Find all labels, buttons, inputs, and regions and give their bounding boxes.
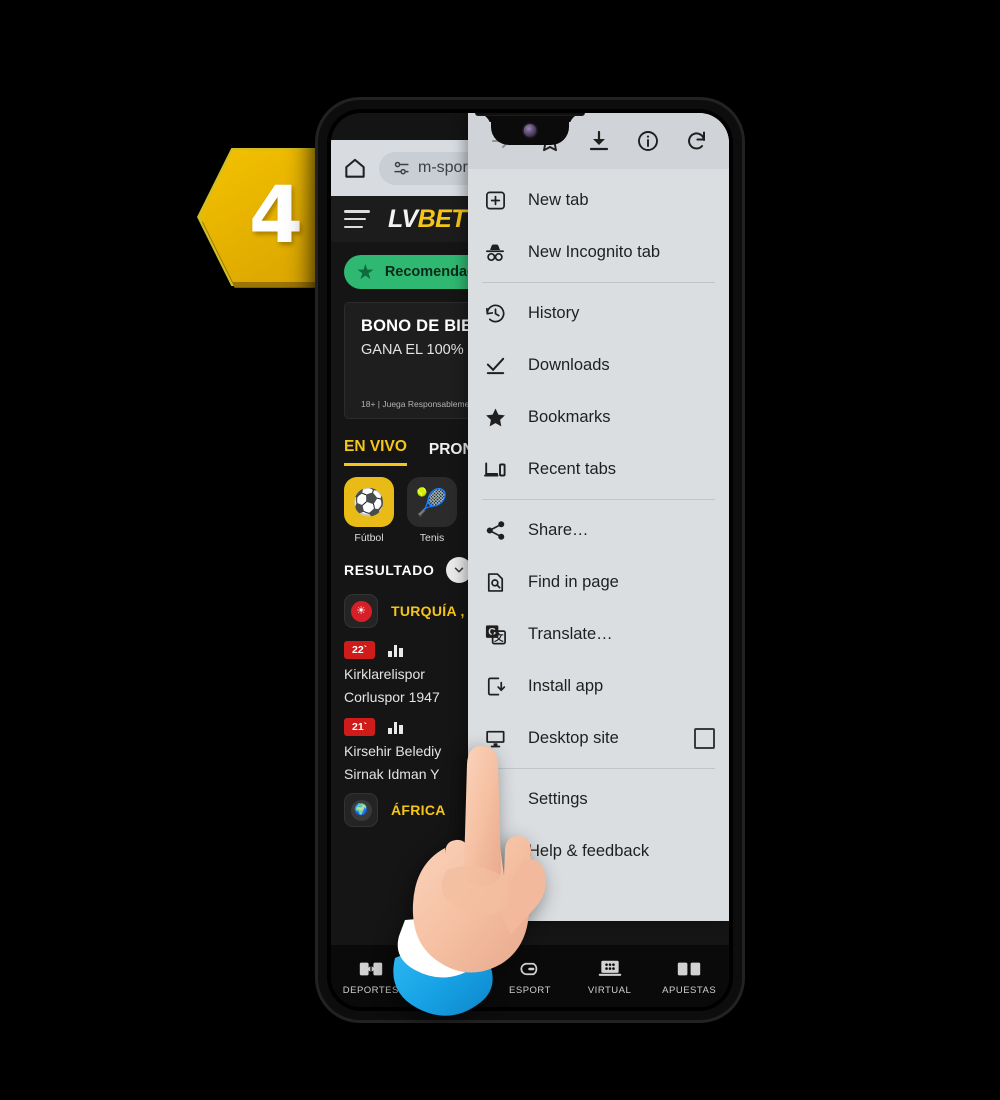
omnibox-url: m-spor [418,159,468,176]
sport-futbol[interactable]: ⚽ Fútbol [344,477,394,544]
menu-item-label: New Incognito tab [528,242,661,261]
bets-icon [649,957,729,981]
menu-item-label: Install app [528,676,604,695]
share-icon [482,517,508,543]
live-icon [411,962,491,986]
menu-item-share[interactable]: Share… [468,504,729,556]
history-icon [482,300,508,326]
turkey-flag-icon: ☀ [344,594,378,628]
bottom-nav-live[interactable] [411,962,491,990]
downloads-icon [482,352,508,378]
bar-chart-icon[interactable] [388,720,403,735]
incognito-icon [482,239,508,265]
help-feedback-icon [482,838,508,864]
menu-item-label: Help & feedback [528,841,650,860]
tennis-icon: 🎾 [407,477,457,527]
page-info-icon[interactable] [635,128,661,154]
bottom-nav-apuestas[interactable]: APUESTAS [649,957,729,996]
esport-icon [490,957,570,981]
menu-item-label: Share… [528,520,589,539]
translate-icon: G文 [482,621,508,647]
settings-icon [482,786,508,812]
menu-divider [482,282,715,283]
desktop-site-checkbox[interactable] [694,727,715,749]
download-icon[interactable] [586,128,612,154]
phone-frame: LVBET ★ Recomendado BONO DE BIE GANA EL … [318,100,742,1020]
menu-item-translate[interactable]: G文 Translate… [468,608,729,660]
home-icon[interactable] [342,155,368,181]
menu-divider [482,768,715,769]
soccer-ball-icon: ⚽ [344,477,394,527]
phone-bezel: LVBET ★ Recomendado BONO DE BIE GANA EL … [327,109,733,1011]
sport-tenis[interactable]: 🎾 Tenis [407,477,457,544]
bottom-nav-deportes-label: DEPORTES [342,984,399,996]
tab-en-vivo[interactable]: EN VIVO [344,438,407,466]
bottom-nav-virtual-label: VIRTUAL [587,984,632,996]
league2-name: ÁFRICA [391,802,446,819]
menu-item-label: New tab [528,190,589,209]
phone-screen: LVBET ★ Recomendado BONO DE BIE GANA EL … [331,113,729,1007]
menu-item-desktop-site[interactable]: Desktop site [468,712,729,764]
recent-tabs-icon [482,456,508,482]
badge-number: 4 [248,171,304,261]
africa-globe-icon: 🌍 [344,793,378,828]
menu-item-label: Settings [528,789,588,808]
menu-item-find-in-page[interactable]: Find in page [468,556,729,608]
hamburger-icon[interactable] [344,210,370,228]
install-app-icon [482,673,508,699]
menu-items-list: New tab New Incognito tab History Downlo… [468,169,729,877]
reload-icon[interactable] [684,128,710,154]
new-tab-icon [482,187,508,213]
svg-text:文: 文 [493,631,504,643]
menu-item-help-feedback[interactable]: Help & feedback [468,825,729,877]
sport-tenis-label: Tenis [419,532,445,544]
bottom-nav-apuestas-label: APUESTAS [662,984,717,996]
menu-item-bookmarks[interactable]: Bookmarks [468,391,729,443]
sport-futbol-label: Fútbol [354,532,384,544]
promo-fineprint: 18+ | Juega Responsableme [361,399,470,409]
bottom-nav-esport[interactable]: ESPORT [490,957,570,996]
bottom-nav-virtual[interactable]: VIRTUAL [570,957,650,996]
menu-item-new-tab[interactable]: New tab [468,174,729,226]
desktop-site-icon [482,725,508,751]
logo-part2: BET [417,204,467,233]
result-label: RESULTADO [344,562,435,578]
sports-icon [331,957,411,981]
browser-overflow-menu: New tab New Incognito tab History Downlo… [468,113,729,921]
site-logo[interactable]: LVBET [388,204,467,234]
menu-item-history[interactable]: History [468,287,729,339]
site-settings-icon[interactable] [392,159,411,178]
bar-chart-icon[interactable] [388,643,403,658]
menu-divider [482,499,715,500]
front-camera [523,124,537,137]
league-name: TURQUÍA , C [391,603,480,619]
menu-item-label: Recent tabs [528,459,617,478]
menu-item-new-incognito-tab[interactable]: New Incognito tab [468,226,729,278]
menu-item-install-app[interactable]: Install app [468,660,729,712]
bottom-nav-deportes[interactable]: DEPORTES [331,957,411,996]
screenshot-stage: 4 LVBET ★ Recomendado BONO DE BIE GANA E… [0,0,1000,1100]
menu-item-settings[interactable]: Settings [468,773,729,825]
star-icon: ★ [356,260,375,284]
step-badge: 4 [196,148,336,296]
menu-item-label: Bookmarks [528,407,611,426]
earpiece-speaker [475,113,585,116]
virtual-icon [570,957,650,981]
menu-item-recent-tabs[interactable]: Recent tabs [468,443,729,495]
menu-item-label: Desktop site [528,728,619,747]
match-minute: 22` [344,641,376,660]
menu-item-label: Downloads [528,355,610,374]
find-in-page-icon [482,569,508,595]
bottom-nav-esport-label: ESPORT [509,984,551,996]
menu-item-downloads[interactable]: Downloads [468,339,729,391]
logo-part1: LV [388,204,418,233]
menu-item-label: Translate… [528,624,613,643]
menu-item-label: Find in page [528,572,619,591]
match-minute: 21` [344,718,376,737]
bottom-navigation: DEPORTES ESPORT VIRTUAL APUESTAS [331,945,729,1007]
bookmarks-star-icon [482,404,508,430]
menu-item-label: History [528,303,580,322]
